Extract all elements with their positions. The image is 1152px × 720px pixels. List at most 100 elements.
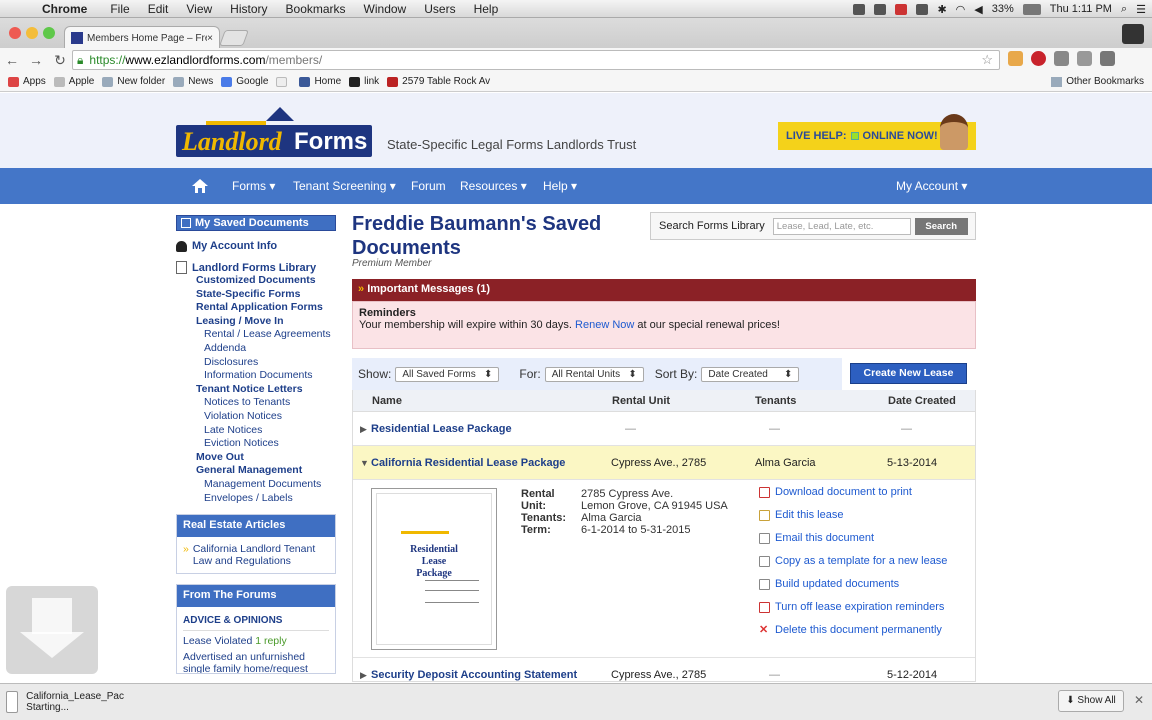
sidebar-subcategory[interactable]: Violation Notices [176, 410, 336, 424]
reload-icon[interactable]: ↻ [48, 52, 72, 69]
menu-window[interactable]: Window [355, 2, 416, 16]
sidebar-subcategory[interactable]: Information Documents [176, 369, 336, 383]
menu-file[interactable]: File [101, 2, 138, 16]
column-tenants[interactable]: Tenants [755, 395, 796, 407]
sidebar-category[interactable]: State-Specific Forms [176, 288, 336, 302]
pinterest-icon[interactable] [1031, 51, 1046, 66]
zoom-window-button[interactable] [43, 27, 55, 39]
document-name[interactable]: Residential Lease Package [371, 423, 512, 435]
sidebar-category[interactable]: Move Out [176, 451, 336, 465]
menu-edit[interactable]: Edit [139, 2, 178, 16]
column-name[interactable]: Name [372, 395, 402, 407]
tray-icon[interactable] [895, 3, 908, 15]
turn-off-reminders-link[interactable]: Turn off lease expiration reminders [759, 601, 944, 613]
create-new-lease-button[interactable]: Create New Lease [850, 363, 967, 384]
document-name[interactable]: Security Deposit Accounting Statement [371, 669, 577, 681]
sidebar-item-saved-documents[interactable]: My Saved Documents [176, 215, 336, 231]
menu-history[interactable]: History [221, 2, 276, 16]
bookmark-home[interactable]: Home [299, 76, 341, 87]
battery-icon[interactable] [1022, 3, 1041, 15]
app-menu[interactable]: Chrome [36, 2, 101, 16]
collapse-icon[interactable]: ▼ [360, 458, 369, 468]
sidebar-subcategory[interactable]: Rental / Lease Agreements [176, 328, 336, 342]
menu-icon[interactable] [1100, 51, 1115, 66]
sidebar-subcategory[interactable]: Notices to Tenants [176, 396, 336, 410]
nav-resources[interactable]: Resources ▾ [460, 179, 527, 193]
build-updated-link[interactable]: Build updated documents [759, 578, 899, 590]
sort-select[interactable]: Date Created ⬍ [701, 366, 800, 382]
sidebar-subcategory[interactable]: Management Documents [176, 478, 336, 492]
sidebar-subcategory[interactable]: Addenda [176, 342, 336, 356]
search-input[interactable]: Lease, Lead, Late, etc. [772, 217, 911, 235]
close-tab-icon[interactable]: × [207, 33, 213, 44]
back-icon[interactable]: ← [0, 52, 24, 68]
sidebar-category[interactable]: Customized Documents [176, 274, 336, 288]
cast-icon[interactable] [1054, 51, 1069, 66]
sidebar-category[interactable]: General Management [176, 464, 336, 478]
user-avatar-icon[interactable] [1122, 24, 1144, 44]
bookmark-star-icon[interactable]: ☆ [981, 52, 993, 68]
document-name[interactable]: California Residential Lease Package [371, 457, 565, 469]
tray-icon[interactable] [853, 3, 866, 15]
delete-document-link[interactable]: ✕ Delete this document permanently [759, 624, 942, 636]
bookmark-blank[interactable] [276, 76, 291, 87]
sidebar-item-library[interactable]: Landlord Forms Library [176, 261, 336, 274]
email-document-link[interactable]: Email this document [759, 532, 874, 544]
new-tab-button[interactable] [219, 30, 249, 46]
show-all-downloads-button[interactable]: ⬇ Show All [1058, 690, 1124, 712]
battery-percent[interactable]: 33% [992, 3, 1014, 15]
sidebar-subcategory[interactable]: Late Notices [176, 424, 336, 438]
search-button[interactable]: Search [914, 217, 968, 235]
sidebar-item-account-info[interactable]: My Account Info [176, 240, 336, 252]
bookmark-link[interactable]: link [349, 76, 379, 87]
minimize-window-button[interactable] [26, 27, 38, 39]
expand-icon[interactable]: ▶ [360, 670, 367, 681]
copy-template-link[interactable]: Copy as a template for a new lease [759, 555, 947, 567]
site-logo[interactable]: Landlord Forms [176, 107, 376, 157]
nav-forum[interactable]: Forum [411, 179, 446, 193]
document-thumbnail[interactable]: Residential Lease Package [371, 488, 497, 650]
menu-help[interactable]: Help [465, 2, 508, 16]
tray-icon[interactable] [874, 3, 887, 15]
table-row[interactable]: ▶ Residential Lease Package — — — [353, 412, 975, 446]
close-window-button[interactable] [9, 27, 21, 39]
column-date-created[interactable]: Date Created [888, 395, 956, 407]
bluetooth-icon[interactable]: ✱ [937, 3, 946, 16]
other-bookmarks[interactable]: Other Bookmarks [1051, 76, 1144, 87]
home-icon[interactable] [192, 179, 208, 193]
forward-icon[interactable]: → [24, 52, 48, 68]
article-link[interactable]: » California Landlord Tenant Law and Reg… [177, 537, 335, 573]
sidebar-subcategory[interactable]: Envelopes / Labels [176, 492, 336, 506]
notification-center-icon[interactable]: ☰ [1136, 3, 1146, 16]
clock-icon[interactable] [916, 3, 929, 15]
download-document-link[interactable]: Download document to print [759, 486, 912, 498]
edit-lease-link[interactable]: Edit this lease [759, 509, 843, 521]
expand-icon[interactable]: ▶ [360, 424, 367, 435]
bookmark-folder[interactable]: New folder [102, 76, 165, 87]
nav-my-account[interactable]: My Account ▾ [896, 179, 967, 193]
menu-users[interactable]: Users [415, 2, 464, 16]
forum-category[interactable]: ADVICE & OPINIONS [177, 607, 335, 626]
table-row[interactable]: ▶ Security Deposit Accounting Statement … [353, 658, 975, 681]
sidebar-category[interactable]: Leasing / Move In [176, 315, 336, 329]
download-item[interactable]: California_Lease_Pac Starting... [6, 688, 124, 716]
bookmark-apps[interactable]: Apps [8, 76, 46, 87]
menu-bookmarks[interactable]: Bookmarks [277, 2, 355, 16]
forum-post[interactable]: Advertised an unfurnished single family … [183, 651, 329, 673]
wifi-icon[interactable]: ◠ [956, 3, 966, 16]
table-row-selected[interactable]: ▼ California Residential Lease Package C… [353, 446, 975, 480]
bookmark-table-rock[interactable]: 2579 Table Rock Av [387, 76, 490, 87]
clock[interactable]: Thu 1:11 PM [1050, 3, 1112, 15]
bookmark-news[interactable]: News [173, 76, 213, 87]
sidebar-subcategory[interactable]: Eviction Notices [176, 437, 336, 451]
bookmark-google[interactable]: Google [221, 76, 268, 87]
live-help-banner[interactable]: LIVE HELP: ONLINE NOW! [778, 114, 976, 150]
show-select[interactable]: All Saved Forms ⬍ [395, 366, 500, 382]
nav-tenant-screening[interactable]: Tenant Screening ▾ [293, 179, 396, 193]
nav-help[interactable]: Help ▾ [543, 179, 577, 193]
menu-view[interactable]: View [177, 2, 221, 16]
nav-forms[interactable]: Forms ▾ [232, 179, 275, 193]
sidebar-category[interactable]: Tenant Notice Letters [176, 383, 336, 397]
forum-post[interactable]: Lease Violated 1 reply [183, 630, 329, 647]
column-rental-unit[interactable]: Rental Unit [612, 395, 670, 407]
